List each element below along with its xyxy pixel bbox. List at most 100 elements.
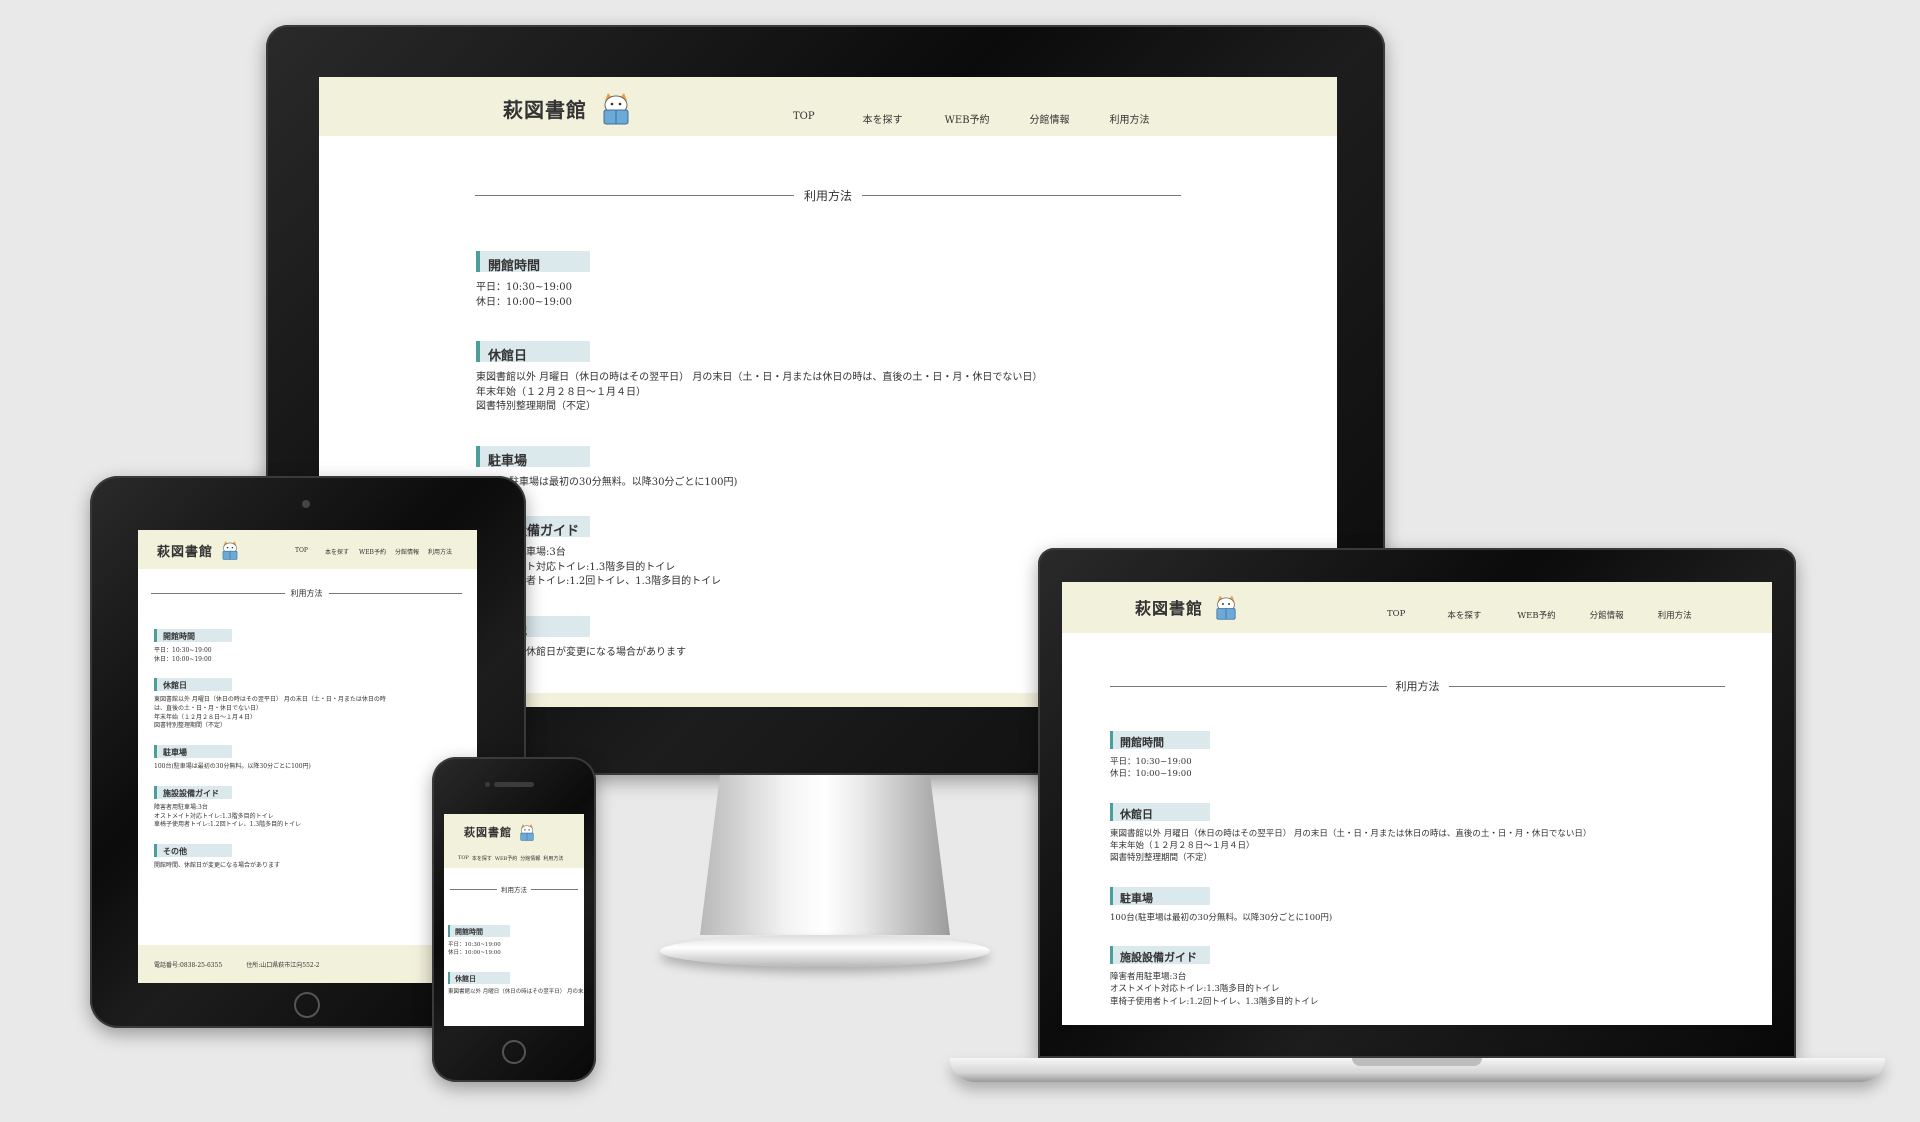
phone-home-button[interactable] <box>502 1040 526 1064</box>
monitor-stand <box>700 775 950 935</box>
hours-weekday: 平日：10:30~19:00 <box>154 647 212 654</box>
laptop-notch <box>1352 1058 1482 1066</box>
nav-branch-info[interactable]: 分館情報 <box>1030 111 1070 126</box>
main-nav: TOP 本を探す WEB予約 分館情報 利用方法 <box>295 547 452 556</box>
logo-text: 萩図書館 <box>503 97 587 122</box>
facility-line-3: 車椅子使用者トイレ:1.2回トイレ、1.3階多目的トイレ <box>1110 996 1319 1007</box>
closed-line-1: 東図書館以外 月曜日（休日の時はその翌平日） 月の末日（土・日・月または休日の時… <box>1110 828 1592 839</box>
page-title-text: 利用方法 <box>290 589 323 598</box>
title-rule-right <box>328 593 462 594</box>
nav-top[interactable]: TOP <box>295 547 308 556</box>
hours-weekday: 平日：10:30~19:00 <box>448 942 501 948</box>
hours-weekday: 平日：10:30~19:00 <box>476 282 573 293</box>
content: 開館時間 平日：10:30~19:00 休日：10:00~19:00 休館日 東… <box>154 629 454 871</box>
nav-search-books[interactable]: 本を探す <box>472 855 492 862</box>
other-text: 開館時間、休館日が変更になる場合があります <box>154 861 281 869</box>
hours-weekday: 平日：10:30~19:00 <box>1110 757 1192 767</box>
monitor-base <box>660 935 990 967</box>
logo[interactable]: 萩図書館 <box>1135 593 1239 621</box>
nav-how-to-use[interactable]: 利用方法 <box>428 547 452 556</box>
closed-line-3: 図書特別整理期間（不定） <box>1110 853 1213 864</box>
page-title: 利用方法 <box>475 187 1182 204</box>
nav-web-reserve[interactable]: WEB予約 <box>359 547 386 556</box>
page-title-text: 利用方法 <box>1395 680 1440 693</box>
main-nav: TOP 本を探す WEB予約 分館情報 利用方法 <box>458 855 563 862</box>
content: 開館時間 平日：10:30~19:00 休日：10:00~19:00 休館日 東… <box>1110 731 1750 1008</box>
main-nav: TOP 本を探す WEB予約 分館情報 利用方法 <box>1387 609 1692 621</box>
parking-text: 100台(駐車場は最初の30分無料。以降30分ごとに100円) <box>154 763 311 771</box>
nav-web-reserve[interactable]: WEB予約 <box>945 111 990 126</box>
page-title-text: 利用方法 <box>501 886 527 894</box>
closed-line-2: 年末年始（１２月２８日～１月４日） <box>476 386 646 398</box>
closed-line-1a: 東図書館以外 月曜日（休日の時はその翌平日） 月の末日（土・日・月または休日の時 <box>448 988 584 995</box>
section-heading-hours: 開館時間 <box>448 925 510 937</box>
logo-text: 萩図書館 <box>157 544 214 560</box>
site-header: 萩図書館 TOP 本を探す WEB予約 分館情報 利用方法 <box>444 814 584 868</box>
facility-line-3: 車椅子使用者トイレ:1.2回トイレ、1.3階多目的トイレ <box>154 821 302 829</box>
site-header: 萩図書館 TOP 本を探す WEB予約 分館情報 利用方法 <box>1062 582 1772 633</box>
nav-top[interactable]: TOP <box>1387 609 1405 621</box>
phone-screen: 萩図書館 TOP 本を探す WEB予約 分館情報 利用方法 利用方法 開館時間 … <box>444 814 584 1026</box>
nav-branch-info[interactable]: 分館情報 <box>1590 609 1624 621</box>
logo[interactable]: 萩図書館 <box>157 539 240 561</box>
tablet-screen: 萩図書館 TOP 本を探す WEB予約 分館情報 利用方法 利用方法 開館時間 … <box>138 530 477 983</box>
hours-holiday: 休日：10:00~19:00 <box>154 655 212 663</box>
site-header: 萩図書館 TOP 本を探す WEB予約 分館情報 利用方法 <box>319 77 1337 136</box>
nav-search-books[interactable]: 本を探す <box>325 547 349 556</box>
tablet-home-button[interactable] <box>294 992 320 1018</box>
logo[interactable]: 萩図書館 <box>464 822 536 842</box>
cat-reading-book-icon <box>520 824 534 841</box>
section-heading-closed: 休館日 <box>154 678 232 692</box>
nav-how-to-use[interactable]: 利用方法 <box>543 855 563 862</box>
section-heading-hours: 開館時間 <box>154 629 232 642</box>
title-rule-left <box>1110 685 1387 687</box>
footer-phone: 電話番号:0838-25-6355 <box>154 961 223 969</box>
page-title: 利用方法 <box>450 884 578 894</box>
facility-line-2: オストメイト対応トイレ:1.3階多目的トイレ <box>1110 984 1280 995</box>
section-heading-parking: 駐車場 <box>154 745 232 759</box>
nav-how-to-use[interactable]: 利用方法 <box>1658 609 1692 621</box>
nav-branch-info[interactable]: 分館情報 <box>395 547 419 556</box>
nav-web-reserve[interactable]: WEB予約 <box>1517 609 1555 621</box>
content: 開館時間 平日：10:30~19:00 休日：10:00~19:00 休館日 東… <box>448 925 584 997</box>
nav-search-books[interactable]: 本を探す <box>1447 609 1481 621</box>
title-rule-left <box>450 888 497 890</box>
laptop-screen: 萩図書館 TOP 本を探す WEB予約 分館情報 利用方法 利用方法 開館時間 … <box>1062 582 1772 1025</box>
cat-reading-book-icon <box>603 93 629 125</box>
facility-line-1: 障害者用駐車場:3台 <box>154 803 208 811</box>
section-heading-other: その他 <box>154 843 232 857</box>
title-rule-right <box>531 888 578 890</box>
main-nav: TOP 本を探す WEB予約 分館情報 利用方法 <box>793 111 1150 126</box>
site-header: 萩図書館 TOP 本を探す WEB予約 分館情報 利用方法 <box>138 530 477 569</box>
section-heading-hours: 開館時間 <box>476 251 590 274</box>
nav-how-to-use[interactable]: 利用方法 <box>1110 111 1150 126</box>
page-title: 利用方法 <box>1110 678 1725 694</box>
section-heading-hours: 開館時間 <box>1110 731 1210 749</box>
cat-reading-book-icon <box>1216 595 1236 620</box>
closed-line-3: 図書特別整理期間（不定） <box>476 401 596 412</box>
nav-branch-info[interactable]: 分館情報 <box>520 855 540 862</box>
cat-reading-book-icon <box>222 541 238 560</box>
section-heading-closed: 休館日 <box>448 971 510 984</box>
logo[interactable]: 萩図書館 <box>503 91 633 125</box>
section-heading-parking: 駐車場 <box>476 445 590 469</box>
logo-text: 萩図書館 <box>464 826 512 839</box>
parking-text: 100台(駐車場は最初の30分無料。以降30分ごとに100円) <box>476 476 738 488</box>
closed-line-2: 年末年始（１２月２８日～１月４日） <box>1110 840 1255 851</box>
closed-line-1b: は、直後の土・日・月・休日でない日） <box>154 705 263 713</box>
hours-holiday: 休日：10:00~19:00 <box>476 296 573 308</box>
title-rule-right <box>1448 685 1725 687</box>
title-rule-left <box>475 195 794 196</box>
section-heading-closed: 休館日 <box>476 341 590 364</box>
hours-holiday: 休日：10:00~19:00 <box>1110 769 1192 780</box>
section-heading-closed: 休館日 <box>1110 802 1210 821</box>
page-title: 利用方法 <box>151 588 462 599</box>
nav-web-reserve[interactable]: WEB予約 <box>495 855 517 862</box>
facility-line-1: 障害者用駐車場:3台 <box>1110 971 1187 982</box>
nav-top[interactable]: TOP <box>793 111 815 126</box>
nav-search-books[interactable]: 本を探す <box>863 111 903 126</box>
title-rule-right <box>862 195 1182 196</box>
tablet-camera <box>302 500 310 508</box>
nav-top[interactable]: TOP <box>458 855 469 862</box>
section-heading-parking: 駐車場 <box>1110 886 1210 905</box>
